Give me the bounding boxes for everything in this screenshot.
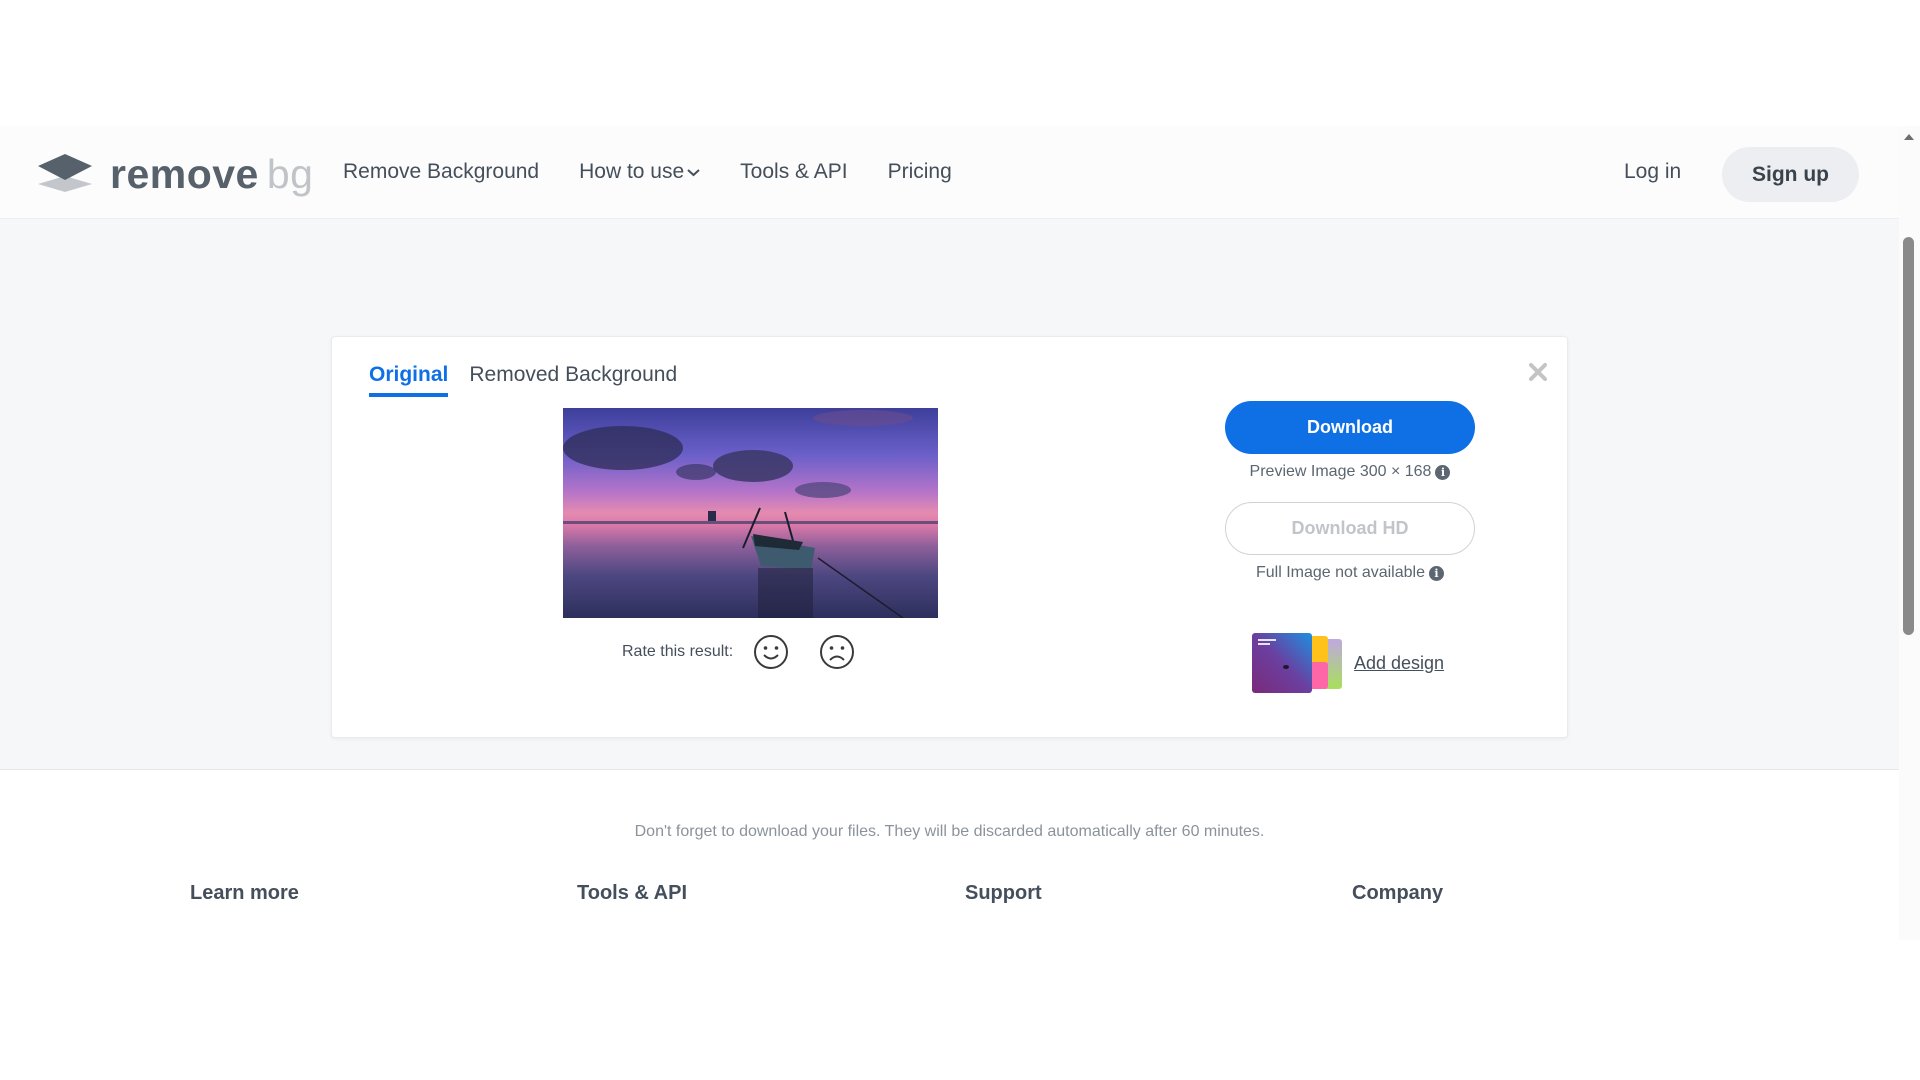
result-tabs: Original Removed Background xyxy=(369,363,698,397)
logo[interactable]: remove bg xyxy=(38,151,314,197)
chevron-down-icon xyxy=(687,168,700,176)
hd-note-text: Full Image not available xyxy=(1256,564,1425,581)
preview-image xyxy=(563,408,938,618)
info-icon[interactable]: i xyxy=(1435,464,1451,480)
smile-icon[interactable] xyxy=(753,634,789,670)
close-icon[interactable] xyxy=(1527,361,1549,383)
footer-heading-tools-api: Tools & API xyxy=(577,882,687,904)
page-scrollbar[interactable] xyxy=(1899,126,1920,940)
logo-layers-icon xyxy=(38,154,92,192)
page: remove bg Remove Background How to use To… xyxy=(0,126,1899,940)
nav-tools-api[interactable]: Tools & API xyxy=(740,160,847,184)
tab-original[interactable]: Original xyxy=(369,363,449,397)
signup-button[interactable]: Sign up xyxy=(1722,147,1859,202)
tab-removed-background[interactable]: Removed Background xyxy=(469,363,677,397)
discard-reminder: Don't forget to download your files. The… xyxy=(634,823,1265,840)
nav-how-to-use[interactable]: How to use xyxy=(579,160,700,184)
footer-heading-company: Company xyxy=(1352,882,1444,904)
nav-remove-background[interactable]: Remove Background xyxy=(343,160,539,184)
rate-label: Rate this result: xyxy=(622,643,734,660)
design-stack-icon xyxy=(1252,633,1342,693)
logo-text-remove: remove xyxy=(110,151,259,197)
download-panel: Download Preview Image 300 × 168 i Downl… xyxy=(1225,401,1475,582)
download-button[interactable]: Download xyxy=(1225,401,1475,454)
rating-row: Rate this result: xyxy=(622,634,885,670)
result-section: Original Removed Background Rate this re… xyxy=(0,219,1899,840)
scrollbar-thumb[interactable] xyxy=(1903,237,1914,635)
add-design-link[interactable]: Add design xyxy=(1252,633,1444,693)
footer-heading-support: Support xyxy=(965,882,1042,904)
footer-heading-learn-more: Learn more xyxy=(190,882,299,904)
download-hd-button[interactable]: Download HD xyxy=(1225,502,1475,555)
scroll-up-arrow-icon[interactable] xyxy=(1904,134,1914,140)
login-link[interactable]: Log in xyxy=(1624,126,1681,218)
add-design-label: Add design xyxy=(1354,652,1445,673)
hd-note: Full Image not available i xyxy=(1225,564,1475,582)
result-card: Original Removed Background Rate this re… xyxy=(331,336,1568,738)
preview-note-text: Preview Image 300 × 168 xyxy=(1249,463,1432,480)
nav-how-to-use-label: How to use xyxy=(579,160,685,183)
nav-pricing[interactable]: Pricing xyxy=(888,160,952,184)
info-icon[interactable]: i xyxy=(1428,565,1444,581)
frown-icon[interactable] xyxy=(819,634,855,670)
site-header: remove bg Remove Background How to use To… xyxy=(0,126,1899,219)
logo-text-bg: bg xyxy=(266,151,314,197)
main-nav: Remove Background How to use Tools & API… xyxy=(343,126,992,218)
preview-note: Preview Image 300 × 168 i xyxy=(1225,463,1475,481)
sunset-boat-photo xyxy=(563,410,938,618)
